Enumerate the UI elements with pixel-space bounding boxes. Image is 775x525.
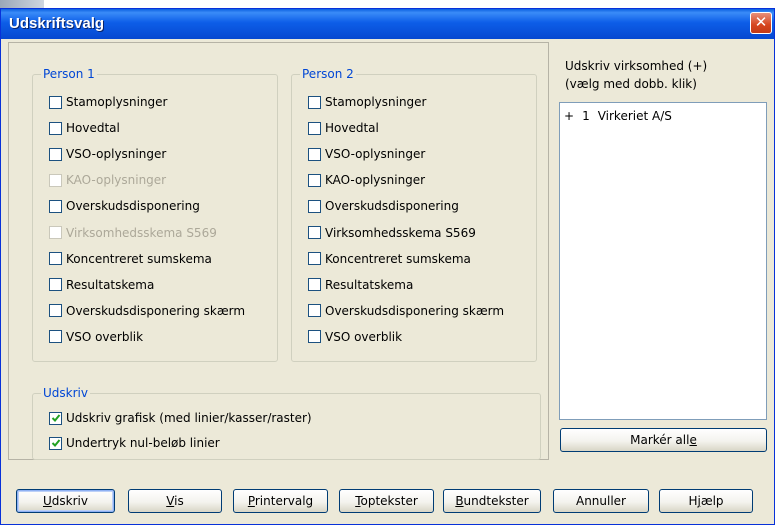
checkbox-label: Resultatskema — [325, 277, 414, 292]
checkbox-label: Virksomhedsskema S569 — [66, 225, 217, 240]
person2-option-8[interactable]: Resultatskema — [308, 275, 413, 295]
checkbox[interactable] — [308, 121, 321, 135]
checkbox-label: VSO-oplysninger — [325, 147, 426, 162]
person1-option-1[interactable]: Stamoplysninger — [49, 92, 168, 112]
checkbox-label: Overskudsdisponering skærm — [66, 303, 246, 318]
checkbox[interactable] — [308, 278, 321, 292]
person2-option-5[interactable]: Overskudsdisponering — [308, 196, 459, 216]
person1-option-6: Virksomhedsskema S569 — [49, 223, 217, 243]
udskriv-group-label: Udskriv — [41, 386, 90, 400]
checkbox-label: Udskriv grafisk (med linier/kasser/raste… — [66, 411, 312, 425]
title-bar[interactable]: Udskriftsvalg ✕ — [1, 9, 774, 39]
checkbox-label: Virksomhedsskema S569 — [325, 225, 476, 240]
checkbox-label: KAO-oplysninger — [325, 173, 426, 188]
printervalg-button[interactable]: Printervalg — [233, 489, 328, 513]
person1-option-8[interactable]: Resultatskema — [49, 275, 154, 295]
checkbox[interactable] — [49, 121, 62, 135]
person1-option-9[interactable]: Overskudsdisponering skærm — [49, 301, 245, 321]
checkbox[interactable] — [308, 173, 321, 187]
checkbox-label: VSO overblik — [325, 329, 403, 344]
checkbox — [49, 226, 62, 239]
person2-option-7[interactable]: Koncentreret sumskema — [308, 249, 471, 269]
person1-group: Person 1 Stamoplysninger Hovedtal VSO-oply… — [32, 67, 278, 362]
person1-option-10[interactable]: VSO overblik — [49, 327, 143, 347]
checkbox-label: Stamoplysninger — [325, 95, 427, 109]
checkbox[interactable] — [308, 147, 321, 161]
checkbox-label: Overskudsdisponering — [325, 199, 459, 214]
checkbox-checked[interactable] — [49, 436, 62, 450]
checkbox-label: Koncentreret sumskema — [325, 251, 471, 266]
checkbox[interactable] — [308, 330, 321, 344]
expand-marker: + — [564, 109, 575, 123]
virksomhed-label-line1: Udskriv virksomhed (+) — [565, 59, 708, 73]
checkbox-label: KAO-oplysninger — [66, 173, 167, 188]
checkbox-label: Hovedtal — [325, 121, 379, 136]
vis-button[interactable]: Vis — [128, 489, 222, 513]
checkbox-label: VSO overblik — [66, 329, 144, 344]
person1-option-3[interactable]: VSO-oplysninger — [49, 144, 166, 164]
checkbox[interactable] — [49, 199, 62, 213]
udskriv-group: Udskriv Udskriv grafisk (med linier/kass… — [32, 386, 541, 460]
checkbox-label: Overskudsdisponering — [66, 199, 200, 214]
checkbox[interactable] — [49, 252, 62, 266]
select-all-button[interactable]: Markér alle — [560, 428, 767, 452]
checkbox[interactable] — [308, 199, 321, 213]
bundtekster-button[interactable]: Bundtekster — [443, 489, 541, 513]
checkbox[interactable] — [49, 147, 62, 161]
checkbox-label: Hovedtal — [66, 121, 120, 136]
person1-option-4: KAO-oplysninger — [49, 170, 166, 190]
close-button[interactable]: ✕ — [750, 12, 772, 34]
checkbox-label: Undertryk nul-beløb linier — [66, 436, 220, 450]
checkbox[interactable] — [308, 304, 321, 318]
person2-option-4[interactable]: KAO-oplysninger — [308, 170, 425, 190]
person1-option-2[interactable]: Hovedtal — [49, 118, 120, 138]
background-corner — [0, 0, 44, 8]
checkbox-label: Overskudsdisponering skærm — [325, 303, 505, 318]
checkbox[interactable] — [49, 304, 62, 318]
annuller-button[interactable]: Annuller — [553, 489, 649, 513]
checkbox[interactable] — [49, 278, 62, 292]
person2-option-1[interactable]: Stamoplysninger — [308, 92, 427, 112]
checkbox-label: Stamoplysninger — [66, 95, 168, 109]
virksomhed-label-line2: (vælg med dobb. klik) — [565, 77, 697, 91]
person2-option-3[interactable]: VSO-oplysninger — [308, 144, 425, 164]
person2-group-label: Person 2 — [300, 67, 356, 81]
person1-option-7[interactable]: Koncentreret sumskema — [49, 249, 212, 269]
person2-option-9[interactable]: Overskudsdisponering skærm — [308, 301, 504, 321]
person2-group: Person 2 Stamoplysninger Hovedtal VSO-oply… — [291, 67, 537, 362]
checkbox[interactable] — [49, 95, 62, 109]
window-title: Udskriftsvalg — [9, 15, 105, 32]
udskriv-option-1[interactable]: Udskriv grafisk (med linier/kasser/raste… — [49, 408, 312, 428]
person1-option-5[interactable]: Overskudsdisponering — [49, 196, 200, 216]
person1-group-label: Person 1 — [41, 67, 97, 81]
company-number: 1 — [582, 109, 590, 123]
checkbox-label: VSO-oplysninger — [66, 147, 167, 162]
checkbox[interactable] — [308, 252, 321, 266]
checkbox — [49, 173, 62, 187]
udskriv-option-2[interactable]: Undertryk nul-beløb linier — [49, 433, 220, 453]
person2-option-2[interactable]: Hovedtal — [308, 118, 379, 138]
person2-option-10[interactable]: VSO overblik — [308, 327, 402, 347]
checkbox-label: Resultatskema — [66, 277, 155, 292]
checkbox-checked[interactable] — [49, 411, 62, 425]
checkbox[interactable] — [49, 330, 62, 344]
list-item[interactable]: + 1 Virkeriet A/S — [564, 109, 680, 123]
checkbox-label: Koncentreret sumskema — [66, 251, 212, 266]
person2-option-6[interactable]: Virksomhedsskema S569 — [308, 223, 476, 243]
virksomhed-listbox[interactable]: + 1 Virkeriet A/S — [559, 102, 767, 420]
checkbox[interactable] — [308, 95, 321, 109]
toptekster-button[interactable]: Toptekster — [339, 489, 434, 513]
hjaelp-button[interactable]: Hjælp — [659, 489, 753, 513]
udskriv-button[interactable]: Udskriv — [16, 489, 115, 513]
company-name: Virkeriet A/S — [597, 109, 672, 123]
checkbox[interactable] — [308, 226, 321, 239]
